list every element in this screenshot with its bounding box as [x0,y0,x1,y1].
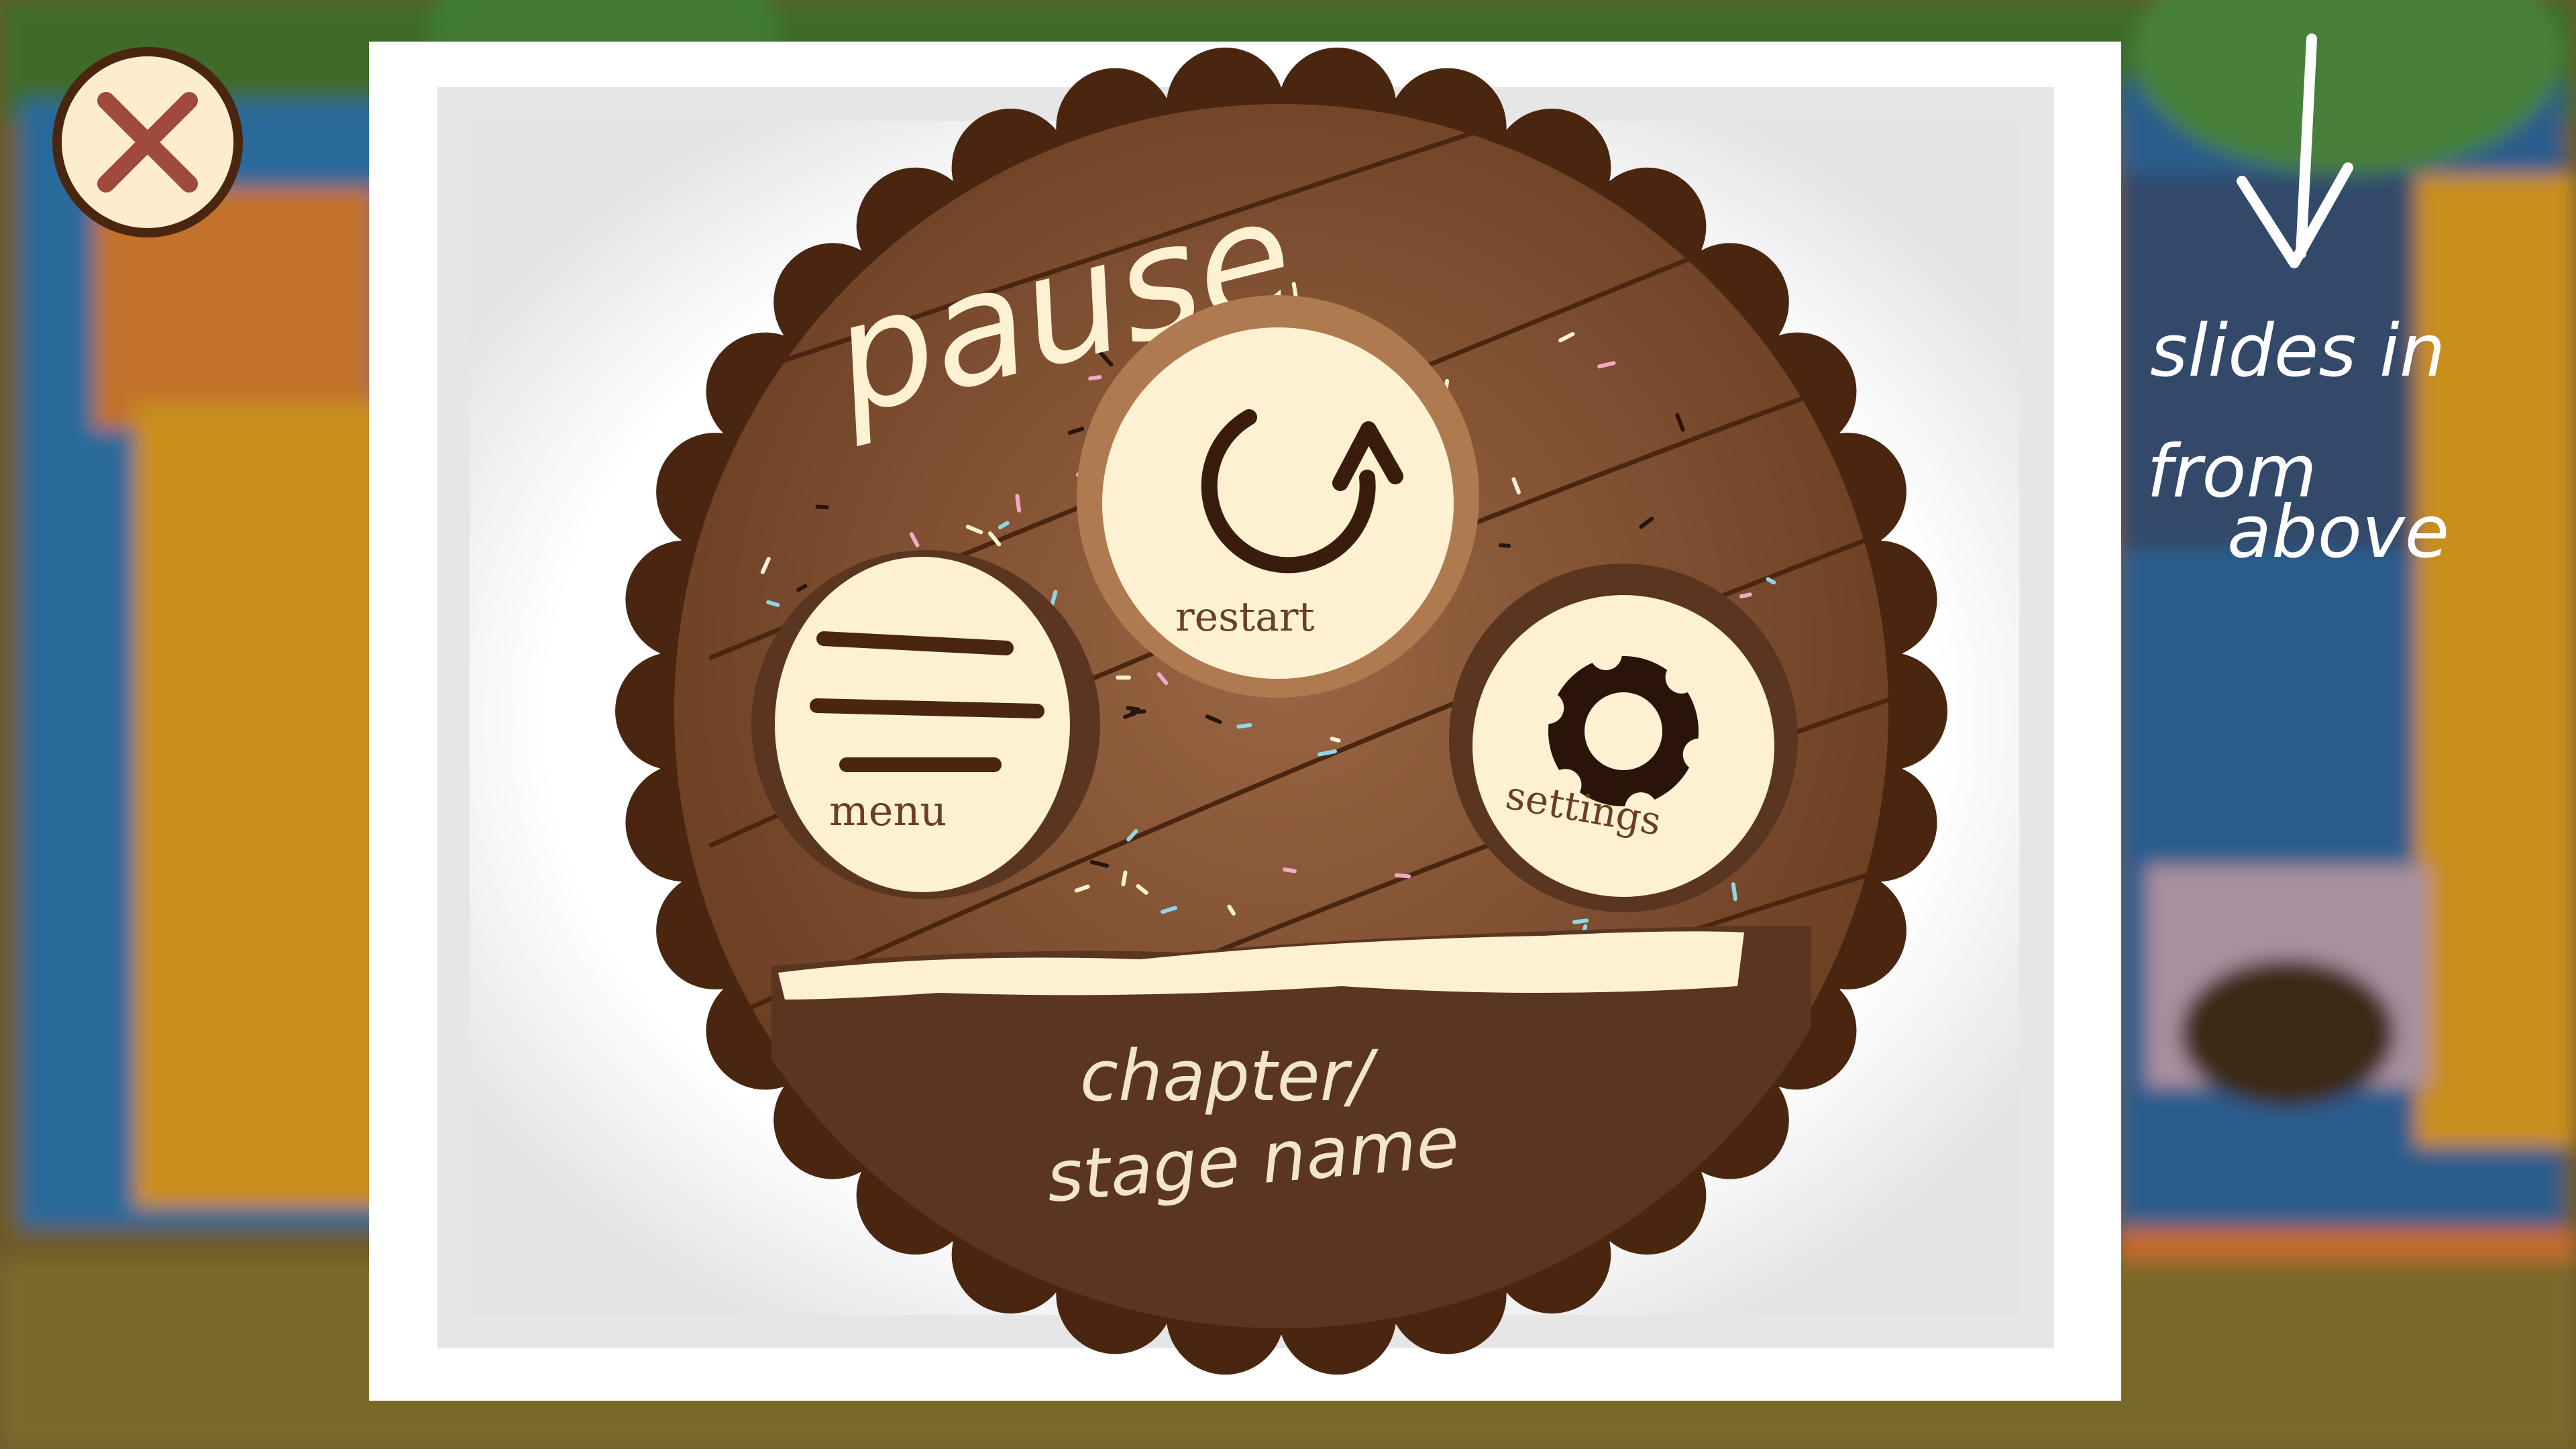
close-button[interactable] [52,47,243,237]
restart-label: restart [1175,594,1315,641]
restart-button[interactable]: restart [1077,295,1479,698]
settings-button[interactable]: settings [1449,564,1798,912]
game-screen: chapter/ stage name pause restart menu s… [0,0,2576,1449]
stage-name-line1: chapter/ [1080,1035,1379,1117]
menu-button[interactable]: menu [751,550,1100,899]
annotation-line1: slides in [2150,309,2445,393]
menu-label: menu [829,786,947,835]
annotation-line3: above [2227,490,2449,574]
